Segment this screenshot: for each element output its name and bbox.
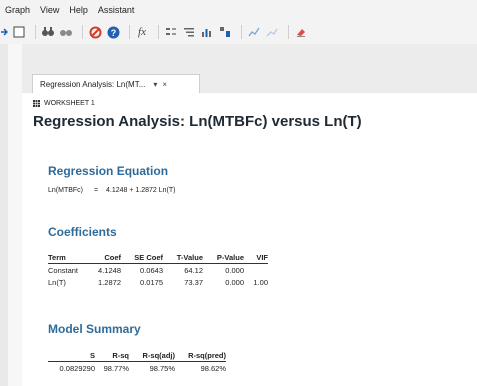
- table-cell: 0.0175: [140, 277, 163, 287]
- column-header: R-sq: [95, 349, 129, 362]
- left-panel-inner: [8, 44, 23, 386]
- brush-icon[interactable]: [265, 25, 279, 39]
- coefficients-table: Term Coef SE Coef T-Value P-Value VIF Co…: [48, 251, 268, 288]
- output-pane: [22, 93, 477, 386]
- table-cell: 64.12: [184, 265, 203, 275]
- help-icon[interactable]: ?: [106, 25, 120, 39]
- worksheet-grid-icon: [33, 100, 40, 107]
- table-cell: Constant: [48, 265, 79, 275]
- chart-icon[interactable]: [218, 25, 232, 39]
- table-cell: 4.1248: [98, 265, 121, 275]
- toolbar-separator: [241, 25, 242, 39]
- table-cell: 1.00: [253, 277, 268, 287]
- tab-label: Regression Analysis: Ln(MT...: [40, 79, 146, 89]
- binoculars-icon[interactable]: [41, 25, 55, 39]
- eraser-icon[interactable]: [294, 25, 308, 39]
- worksheet-label: WORKSHEET 1: [33, 100, 95, 107]
- column-header: P-Value: [203, 251, 244, 264]
- tab-regression-analysis[interactable]: Regression Analysis: Ln(MT... ▾ ×: [32, 74, 200, 93]
- table-header-row: Term Coef SE Coef T-Value P-Value VIF: [48, 251, 268, 264]
- table-cell: 0.000: [225, 277, 244, 287]
- table-cell: 0.0643: [140, 265, 163, 275]
- function-icon[interactable]: fx: [135, 25, 149, 39]
- cancel-icon[interactable]: [88, 25, 102, 39]
- column-header: VIF: [244, 251, 268, 264]
- column-header: T-Value: [163, 251, 203, 264]
- toolbar: ? fx: [0, 20, 477, 44]
- tab-close-icon[interactable]: ×: [162, 80, 167, 89]
- toolbar-separator: [129, 25, 130, 39]
- bar-chart-icon[interactable]: [200, 25, 214, 39]
- column-header: Term: [48, 251, 88, 264]
- page-title: Regression Analysis: Ln(MTBFc) versus Ln…: [33, 113, 362, 130]
- toolbar-separator: [288, 25, 289, 39]
- regression-equation-heading: Regression Equation: [48, 164, 169, 178]
- table-cell: 1.2872: [98, 277, 121, 287]
- column-header: S: [48, 349, 95, 362]
- table-cell: 98.77%: [103, 363, 129, 373]
- line-chart-icon[interactable]: [247, 25, 261, 39]
- equation-lhs: Ln(MTBFc): [48, 187, 83, 194]
- menu-help[interactable]: Help: [69, 5, 88, 15]
- table-row: 0.0829290 98.77% 98.75% 98.62%: [48, 362, 226, 375]
- table-cell: 0.000: [225, 265, 244, 275]
- toolbar-separator: [158, 25, 159, 39]
- menu-bar: Graph View Help Assistant: [0, 0, 477, 20]
- model-summary-heading: Model Summary: [48, 322, 141, 336]
- column-header: SE Coef: [121, 251, 163, 264]
- column-header: Coef: [88, 251, 121, 264]
- menu-assistant[interactable]: Assistant: [98, 5, 135, 15]
- left-panel-strip: [0, 44, 23, 386]
- toolbar-separator: [82, 25, 83, 39]
- table-row: Constant 4.1248 0.0643 64.12 0.000: [48, 264, 268, 277]
- table-row: Ln(T) 1.2872 0.0175 73.37 0.000 1.00: [48, 276, 268, 288]
- table-header-row: S R-sq R-sq(adj) R-sq(pred): [48, 349, 226, 362]
- window-icon[interactable]: [12, 25, 26, 39]
- table-cell: 98.62%: [200, 363, 226, 373]
- svg-text:?: ?: [110, 28, 116, 38]
- equation-rhs: 4.1248 + 1.2872 Ln(T): [106, 187, 176, 194]
- equation-equals: =: [93, 187, 99, 194]
- toolbar-separator: [35, 25, 36, 39]
- regression-equation: Ln(MTBFc) = 4.1248 + 1.2872 Ln(T): [48, 187, 181, 194]
- find-next-icon[interactable]: [59, 25, 73, 39]
- tab-dropdown-icon[interactable]: ▾: [153, 80, 157, 89]
- table-cell: [244, 264, 268, 277]
- arrow-right-icon[interactable]: [0, 25, 8, 39]
- worksheet-label-text: WORKSHEET 1: [44, 100, 95, 107]
- coefficients-heading: Coefficients: [48, 225, 117, 239]
- table-cell: 73.37: [184, 277, 203, 287]
- menu-graph[interactable]: Graph: [5, 5, 30, 15]
- table-cell: 98.75%: [149, 363, 175, 373]
- sort-icon[interactable]: [182, 25, 196, 39]
- column-header: R-sq(pred): [175, 349, 226, 362]
- table-cell: 0.0829290: [59, 363, 95, 373]
- align-icon[interactable]: [164, 25, 178, 39]
- model-summary-table: S R-sq R-sq(adj) R-sq(pred) 0.0829290 98…: [48, 349, 226, 374]
- table-cell: Ln(T): [48, 277, 66, 287]
- menu-view[interactable]: View: [40, 5, 59, 15]
- column-header: R-sq(adj): [129, 349, 175, 362]
